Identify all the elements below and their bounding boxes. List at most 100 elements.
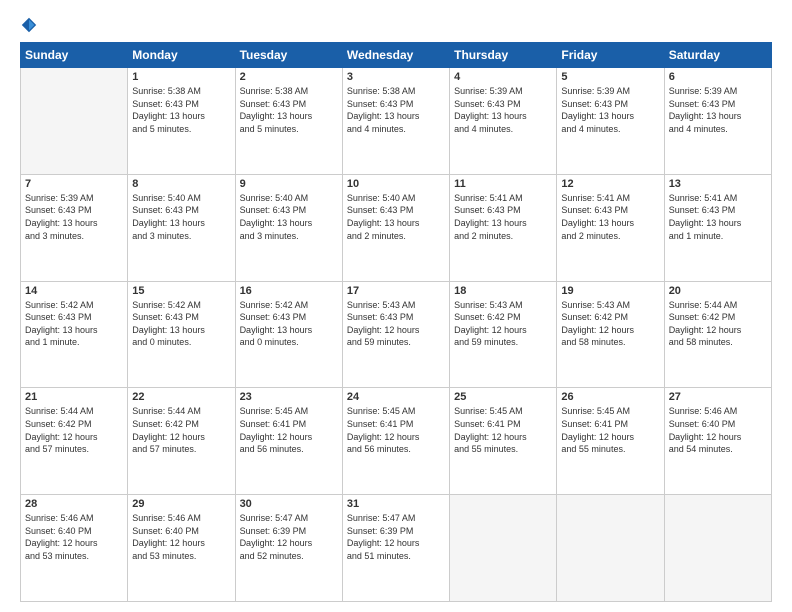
calendar-cell: 21Sunrise: 5:44 AM Sunset: 6:42 PM Dayli… — [21, 388, 128, 495]
day-info: Sunrise: 5:39 AM Sunset: 6:43 PM Dayligh… — [25, 192, 123, 242]
calendar-body: 1Sunrise: 5:38 AM Sunset: 6:43 PM Daylig… — [21, 68, 772, 602]
calendar-cell: 28 Sunrise: 5:46 AM Sunset: 6:40 PM Dayli… — [21, 495, 128, 602]
calendar-cell: 7 Sunrise: 5:39 AM Sunset: 6:43 PM Daylig… — [21, 174, 128, 281]
day-info: Sunrise: 5:47 AM Sunset: 6:39 PM Dayligh… — [347, 512, 445, 562]
day-info: Sunrise: 5:42 AM Sunset: 6:43 PM Dayligh… — [240, 299, 338, 349]
day-info: Sunrise: 5:44 AM Sunset: 6:42 PM Dayligh… — [132, 405, 230, 455]
day-number: 23 — [240, 391, 338, 403]
day-info: Sunrise: 5:46 AM Sunset: 6:40 PM Dayligh… — [669, 405, 767, 455]
calendar-header-row: SundayMondayTuesdayWednesdayThursdayFrid… — [21, 43, 772, 68]
day-number: 27 — [669, 391, 767, 403]
day-header-sunday: Sunday — [21, 43, 128, 68]
calendar-cell: 14 Sunrise: 5:42 AM Sunset: 6:43 PM Dayli… — [21, 281, 128, 388]
calendar-cell: 8 Sunrise: 5:40 AM Sunset: 6:43 PM Daylig… — [128, 174, 235, 281]
day-number: 4 — [454, 71, 552, 83]
calendar-week-1: 1Sunrise: 5:38 AM Sunset: 6:43 PM Daylig… — [21, 68, 772, 175]
day-info: Sunrise: 5:41 AM Sunset: 6:43 PM Dayligh… — [454, 192, 552, 242]
day-header-wednesday: Wednesday — [342, 43, 449, 68]
calendar-cell: 15 Sunrise: 5:42 AM Sunset: 6:43 PM Dayli… — [128, 281, 235, 388]
day-info: Sunrise: 5:39 AM Sunset: 6:43 PM Dayligh… — [454, 85, 552, 135]
day-number: 6 — [669, 71, 767, 83]
calendar-week-5: 28 Sunrise: 5:46 AM Sunset: 6:40 PM Dayli… — [21, 495, 772, 602]
calendar-cell: 5 Sunrise: 5:39 AM Sunset: 6:43 PM Daylig… — [557, 68, 664, 175]
calendar-cell: 6 Sunrise: 5:39 AM Sunset: 6:43 PM Daylig… — [664, 68, 771, 175]
day-info: Sunrise: 5:43 AM Sunset: 6:43 PM Dayligh… — [347, 299, 445, 349]
day-number: 26 — [561, 391, 659, 403]
day-info: Sunrise: 5:42 AM Sunset: 6:43 PM Dayligh… — [132, 299, 230, 349]
day-info: Sunrise: 5:40 AM Sunset: 6:43 PM Dayligh… — [132, 192, 230, 242]
day-header-friday: Friday — [557, 43, 664, 68]
day-info: Sunrise: 5:44 AM Sunset: 6:42 PM Dayligh… — [669, 299, 767, 349]
day-number: 12 — [561, 178, 659, 190]
calendar-cell: 2 Sunrise: 5:38 AM Sunset: 6:43 PM Daylig… — [235, 68, 342, 175]
logo — [20, 16, 42, 34]
day-info: Sunrise: 5:42 AM Sunset: 6:43 PM Dayligh… — [25, 299, 123, 349]
day-info: Sunrise: 5:44 AM Sunset: 6:42 PM Dayligh… — [25, 405, 123, 455]
logo-icon — [20, 16, 38, 34]
calendar-cell: 16Sunrise: 5:42 AM Sunset: 6:43 PM Dayli… — [235, 281, 342, 388]
day-info: Sunrise: 5:43 AM Sunset: 6:42 PM Dayligh… — [454, 299, 552, 349]
day-header-saturday: Saturday — [664, 43, 771, 68]
day-number: 10 — [347, 178, 445, 190]
day-info: Sunrise: 5:43 AM Sunset: 6:42 PM Dayligh… — [561, 299, 659, 349]
day-number: 11 — [454, 178, 552, 190]
day-info: Sunrise: 5:39 AM Sunset: 6:43 PM Dayligh… — [561, 85, 659, 135]
day-info: Sunrise: 5:47 AM Sunset: 6:39 PM Dayligh… — [240, 512, 338, 562]
day-info: Sunrise: 5:38 AM Sunset: 6:43 PM Dayligh… — [240, 85, 338, 135]
day-info: Sunrise: 5:45 AM Sunset: 6:41 PM Dayligh… — [454, 405, 552, 455]
calendar-cell: 31 Sunrise: 5:47 AM Sunset: 6:39 PM Dayli… — [342, 495, 449, 602]
day-info: Sunrise: 5:41 AM Sunset: 6:43 PM Dayligh… — [561, 192, 659, 242]
day-info: Sunrise: 5:45 AM Sunset: 6:41 PM Dayligh… — [240, 405, 338, 455]
day-number: 15 — [132, 285, 230, 297]
calendar: SundayMondayTuesdayWednesdayThursdayFrid… — [20, 42, 772, 602]
calendar-cell — [557, 495, 664, 602]
day-number: 9 — [240, 178, 338, 190]
day-number: 13 — [669, 178, 767, 190]
day-number: 28 — [25, 498, 123, 510]
calendar-week-2: 7 Sunrise: 5:39 AM Sunset: 6:43 PM Daylig… — [21, 174, 772, 281]
calendar-cell: 22 Sunrise: 5:44 AM Sunset: 6:42 PM Dayli… — [128, 388, 235, 495]
calendar-cell: 10Sunrise: 5:40 AM Sunset: 6:43 PM Dayli… — [342, 174, 449, 281]
day-info: Sunrise: 5:40 AM Sunset: 6:43 PM Dayligh… — [240, 192, 338, 242]
day-info: Sunrise: 5:46 AM Sunset: 6:40 PM Dayligh… — [25, 512, 123, 562]
day-number: 25 — [454, 391, 552, 403]
day-number: 31 — [347, 498, 445, 510]
day-number: 14 — [25, 285, 123, 297]
calendar-cell: 25 Sunrise: 5:45 AM Sunset: 6:41 PM Dayli… — [450, 388, 557, 495]
day-number: 5 — [561, 71, 659, 83]
calendar-week-3: 14 Sunrise: 5:42 AM Sunset: 6:43 PM Dayli… — [21, 281, 772, 388]
calendar-cell: 23 Sunrise: 5:45 AM Sunset: 6:41 PM Dayli… — [235, 388, 342, 495]
day-number: 3 — [347, 71, 445, 83]
calendar-cell: 30 Sunrise: 5:47 AM Sunset: 6:39 PM Dayli… — [235, 495, 342, 602]
calendar-cell: 24Sunrise: 5:45 AM Sunset: 6:41 PM Dayli… — [342, 388, 449, 495]
calendar-cell: 9 Sunrise: 5:40 AM Sunset: 6:43 PM Daylig… — [235, 174, 342, 281]
day-number: 17 — [347, 285, 445, 297]
day-number: 2 — [240, 71, 338, 83]
calendar-cell: 29Sunrise: 5:46 AM Sunset: 6:40 PM Dayli… — [128, 495, 235, 602]
calendar-cell: 1Sunrise: 5:38 AM Sunset: 6:43 PM Daylig… — [128, 68, 235, 175]
day-header-tuesday: Tuesday — [235, 43, 342, 68]
calendar-week-4: 21Sunrise: 5:44 AM Sunset: 6:42 PM Dayli… — [21, 388, 772, 495]
calendar-cell — [664, 495, 771, 602]
day-number: 30 — [240, 498, 338, 510]
calendar-cell — [21, 68, 128, 175]
day-number: 8 — [132, 178, 230, 190]
calendar-cell: 4 Sunrise: 5:39 AM Sunset: 6:43 PM Daylig… — [450, 68, 557, 175]
day-number: 22 — [132, 391, 230, 403]
day-number: 19 — [561, 285, 659, 297]
day-info: Sunrise: 5:45 AM Sunset: 6:41 PM Dayligh… — [561, 405, 659, 455]
day-number: 7 — [25, 178, 123, 190]
day-info: Sunrise: 5:41 AM Sunset: 6:43 PM Dayligh… — [669, 192, 767, 242]
day-number: 20 — [669, 285, 767, 297]
calendar-cell — [450, 495, 557, 602]
calendar-cell: 13 Sunrise: 5:41 AM Sunset: 6:43 PM Dayli… — [664, 174, 771, 281]
calendar-cell: 18 Sunrise: 5:43 AM Sunset: 6:42 PM Dayli… — [450, 281, 557, 388]
day-info: Sunrise: 5:39 AM Sunset: 6:43 PM Dayligh… — [669, 85, 767, 135]
calendar-cell: 11 Sunrise: 5:41 AM Sunset: 6:43 PM Dayli… — [450, 174, 557, 281]
calendar-cell: 12 Sunrise: 5:41 AM Sunset: 6:43 PM Dayli… — [557, 174, 664, 281]
day-number: 18 — [454, 285, 552, 297]
day-header-monday: Monday — [128, 43, 235, 68]
calendar-cell: 26 Sunrise: 5:45 AM Sunset: 6:41 PM Dayli… — [557, 388, 664, 495]
page: SundayMondayTuesdayWednesdayThursdayFrid… — [0, 0, 792, 612]
calendar-cell: 17 Sunrise: 5:43 AM Sunset: 6:43 PM Dayli… — [342, 281, 449, 388]
